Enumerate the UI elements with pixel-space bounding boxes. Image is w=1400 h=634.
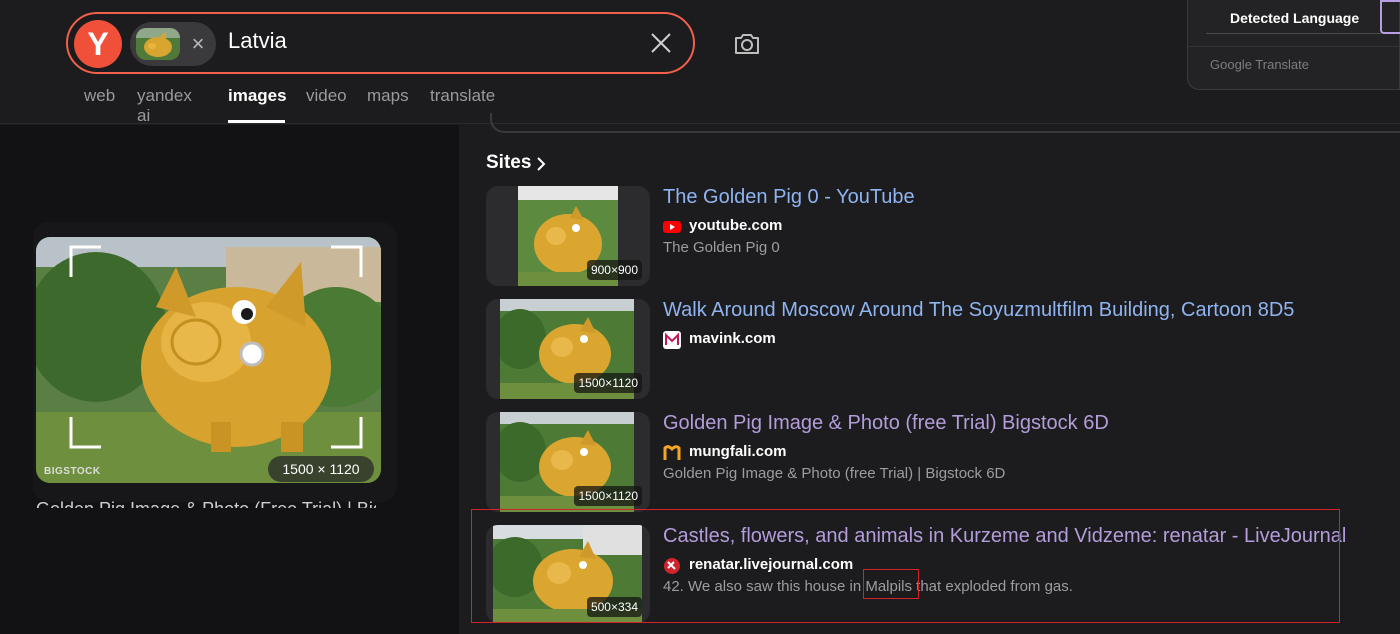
annotation-highlight-box	[471, 509, 1340, 623]
result-title[interactable]: Walk Around Moscow Around The Soyuzmultf…	[663, 299, 1294, 322]
result-title[interactable]: Golden Pig Image & Photo (free Trial) Bi…	[663, 412, 1109, 435]
image-size-badge: 900×900	[586, 260, 642, 280]
close-icon[interactable]	[646, 28, 676, 58]
chevron-right-icon[interactable]	[535, 154, 547, 174]
preview-caption[interactable]: Golden Pig Image & Photo (Free Trial) | …	[36, 496, 376, 508]
image-size-badge: 1500×1120	[574, 373, 642, 393]
result-item[interactable]: 1500×1120 Golden Pig Image & Photo (free…	[486, 412, 1336, 512]
image-search-chip[interactable]: ×	[130, 22, 216, 66]
result-source[interactable]: mungfali.com	[689, 443, 787, 460]
camera-icon[interactable]	[731, 28, 763, 60]
top-bar-edge	[490, 113, 1400, 133]
mavink-icon	[663, 331, 681, 349]
result-thumbnail[interactable]: 1500×1120	[486, 299, 650, 399]
image-size-badge: 1500×1120	[574, 486, 642, 506]
preview-image[interactable]	[36, 237, 381, 483]
search-input[interactable]: Latvia	[228, 28, 287, 54]
divider	[1188, 46, 1400, 47]
result-description: The Golden Pig 0	[663, 239, 780, 256]
watermark: BIGSTOCK	[44, 466, 101, 477]
annotation-highlight-word	[863, 569, 919, 599]
result-item[interactable]: 1500×1120 Walk Around Moscow Around The …	[486, 299, 1336, 399]
tab-web[interactable]: web	[84, 86, 115, 106]
tab-yandex-ai[interactable]: yandex ai	[137, 86, 192, 126]
chip-thumbnail	[136, 28, 180, 60]
tab-images[interactable]: images	[228, 86, 287, 106]
result-title[interactable]: The Golden Pig 0 - YouTube	[663, 186, 915, 209]
tab-video[interactable]: video	[306, 86, 347, 106]
google-translate-label: Google Translate	[1210, 57, 1310, 72]
active-tab-underline	[228, 120, 285, 123]
search-bar[interactable]: Y × Latvia	[66, 12, 695, 74]
youtube-icon	[663, 218, 681, 236]
header: Y × Latvia web yandex ai images video ma…	[0, 0, 1400, 126]
image-size-badge: 1500 × 1120	[268, 456, 374, 482]
result-source[interactable]: mavink.com	[689, 330, 776, 347]
result-source[interactable]: youtube.com	[689, 217, 782, 234]
translate-popup: Detected Language Google Translate	[1187, 0, 1400, 90]
sites-heading[interactable]: Sites	[486, 152, 531, 174]
tab-maps[interactable]: maps	[367, 86, 409, 106]
popup-button-edge[interactable]	[1380, 0, 1400, 34]
divider	[1206, 33, 1381, 34]
remove-image-button[interactable]: ×	[188, 31, 208, 57]
result-thumbnail[interactable]: 1500×1120	[486, 412, 650, 512]
tab-translate[interactable]: translate	[430, 86, 495, 106]
yandex-logo[interactable]: Y	[74, 20, 122, 68]
result-item[interactable]: 900×900 The Golden Pig 0 - YouTube youtu…	[486, 186, 1336, 286]
result-description: Golden Pig Image & Photo (free Trial) | …	[663, 465, 1006, 482]
result-thumbnail[interactable]: 900×900	[486, 186, 650, 286]
detected-language-label[interactable]: Detected Language	[1230, 10, 1359, 26]
mungfali-icon	[663, 444, 681, 462]
